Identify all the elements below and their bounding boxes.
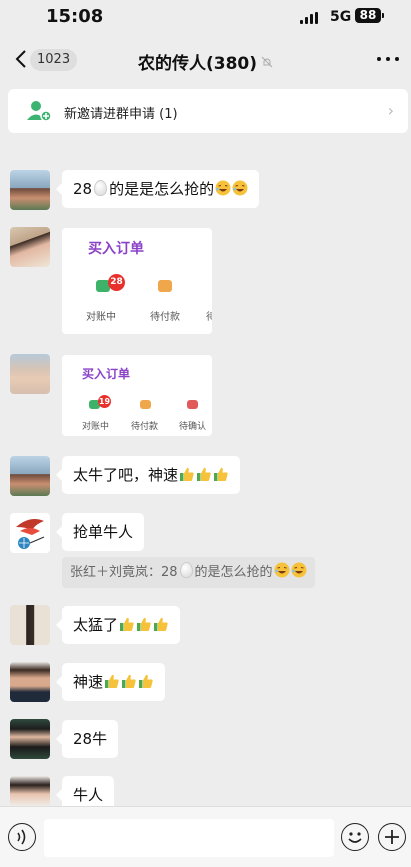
network-label: 5G <box>330 9 352 25</box>
voice-input-icon[interactable] <box>8 823 36 851</box>
message-bubble[interactable]: 太猛了 <box>55 606 181 644</box>
thumbs-up-icon <box>154 617 168 631</box>
quoted-message[interactable]: 张红＋刘竟岚：28 的是怎么抢的 <box>62 557 315 588</box>
status-time: 15:08 <box>46 6 104 27</box>
order-title: 买入订单 <box>82 367 131 381</box>
confirm-icon <box>187 400 198 409</box>
message-text: 抢单牛人 <box>73 523 134 541</box>
status-label: 待付款 <box>150 312 180 323</box>
thumbs-up-icon <box>214 467 228 481</box>
emoji-picker-icon[interactable] <box>341 823 369 851</box>
message-text: 28牛 <box>73 730 108 748</box>
message-text: 28 <box>73 180 93 198</box>
more-options-icon[interactable] <box>377 57 399 63</box>
image-message[interactable]: 买入订单 28 对账中 待付款 待 <box>62 228 212 334</box>
avatar[interactable] <box>10 227 50 267</box>
laughing-emoji-icon <box>274 562 290 578</box>
group-invite-banner[interactable]: 新邀请进群申请 (1) › <box>8 89 408 133</box>
message-text: 太牛了吧，神速 <box>73 466 179 484</box>
notification-badge: 19 <box>98 395 111 408</box>
thumbs-up-icon <box>180 467 194 481</box>
message-bubble[interactable]: 28牛 <box>55 720 119 758</box>
chat-title: 农的传人(380) <box>0 49 411 74</box>
message-text: 的是是怎么抢的 <box>109 180 215 198</box>
avatar[interactable] <box>10 354 50 394</box>
chat-title-text: 农的传人(380) <box>137 54 258 74</box>
avatar[interactable] <box>10 662 50 702</box>
message-bubble[interactable]: 太牛了吧，神速 <box>55 456 241 494</box>
message-input[interactable] <box>44 819 334 857</box>
message-text: 神速 <box>73 673 104 691</box>
status-label: 对账中 <box>86 312 116 323</box>
signal-icon <box>300 12 322 24</box>
avatar[interactable] <box>10 456 50 496</box>
image-message[interactable]: 买入订单 19 对账中 待付款 待确认 <box>62 355 212 436</box>
add-member-icon <box>27 101 52 122</box>
chat-input-bar <box>0 806 411 867</box>
mute-bell-icon <box>261 56 273 68</box>
invite-text: 新邀请进群申请 (1) <box>64 107 178 122</box>
egg-emoji-icon <box>94 180 108 196</box>
chevron-right-icon: › <box>387 101 394 120</box>
notification-badge: 28 <box>108 274 125 291</box>
message-bubble[interactable]: 抢单牛人 <box>55 513 145 551</box>
message-text: 牛人 <box>73 786 104 804</box>
laughing-emoji-icon <box>232 180 248 196</box>
avatar[interactable] <box>10 605 50 645</box>
egg-emoji-icon <box>179 562 193 578</box>
status-bar: 15:08 5G 88 <box>0 0 411 36</box>
thumbs-up-icon <box>137 617 151 631</box>
quote-text: 的是怎么抢的 <box>194 565 273 580</box>
message-text: 太猛了 <box>73 616 119 634</box>
status-label: 对账中 <box>82 422 110 432</box>
laughing-emoji-icon <box>215 180 231 196</box>
thumbs-up-icon <box>120 617 134 631</box>
avatar[interactable] <box>10 776 50 806</box>
avatar[interactable] <box>10 513 50 553</box>
order-title: 买入订单 <box>88 241 144 257</box>
message-bubble[interactable]: 神速 <box>55 663 166 701</box>
chat-header: 1023 农的传人(380) <box>0 36 411 82</box>
plus-icon[interactable] <box>378 823 406 851</box>
quote-text: 张红＋刘竟岚：28 <box>70 565 178 580</box>
thumbs-up-icon <box>197 467 211 481</box>
thumbs-up-icon <box>105 674 119 688</box>
message-bubble[interactable]: 28 的是是怎么抢的 <box>55 170 260 208</box>
wallet-icon <box>158 280 172 292</box>
thumbs-up-icon <box>139 674 153 688</box>
avatar[interactable] <box>10 170 50 210</box>
status-label: 待确认 <box>179 422 207 432</box>
wallet-icon <box>140 400 151 409</box>
avatar[interactable] <box>10 719 50 759</box>
status-label: 待付款 <box>131 422 159 432</box>
thumbs-up-icon <box>122 674 136 688</box>
laughing-emoji-icon <box>291 562 307 578</box>
battery-icon: 88 <box>355 8 384 23</box>
status-label: 待 <box>206 312 212 323</box>
